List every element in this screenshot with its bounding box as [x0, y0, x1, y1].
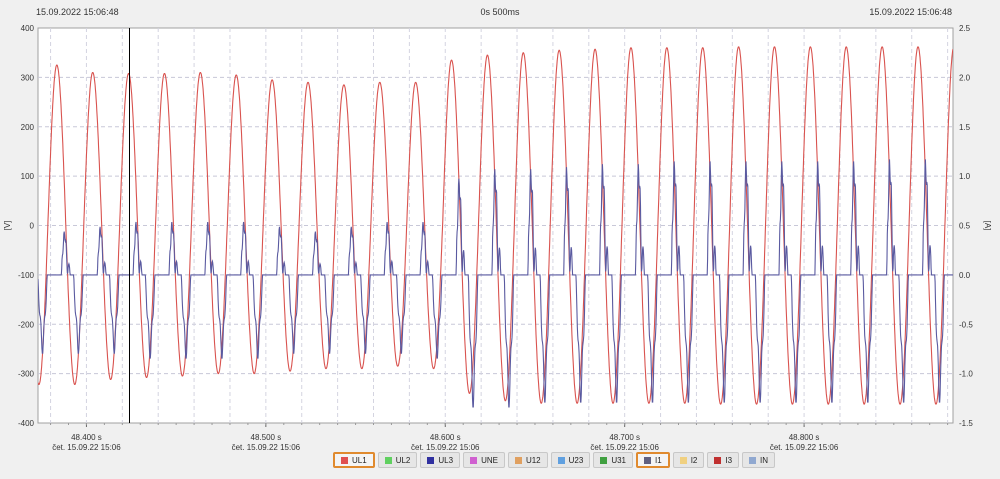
legend-label: UL2: [395, 455, 411, 465]
legend-swatch: [714, 456, 722, 464]
legend-swatch: [644, 456, 652, 464]
y-left-tick: 200: [21, 123, 35, 132]
x-tick-sublabel: čet, 15.09.22 15:06: [52, 443, 121, 450]
legend-label: UL3: [438, 455, 454, 465]
legend-item-i1[interactable]: I1: [636, 452, 670, 468]
y-left-tick: -400: [18, 419, 35, 428]
legend-swatch: [341, 456, 348, 464]
y-left-tick: 0: [30, 222, 35, 231]
y-right-axis-label: [A]: [983, 221, 992, 231]
legend-swatch: [557, 456, 565, 464]
x-tick-label: 48.500 s: [251, 433, 282, 442]
y-right-tick: -1.0: [959, 370, 973, 379]
y-right-tick: 2.0: [959, 73, 971, 82]
y-left-tick: -300: [18, 370, 35, 379]
legend-swatch: [470, 456, 478, 464]
legend-swatch: [514, 456, 522, 464]
legend-swatch: [384, 456, 392, 464]
legend-item-i2[interactable]: I2: [672, 452, 705, 468]
legend-item-u12[interactable]: U12: [507, 452, 548, 468]
x-tick-label: 48.600 s: [430, 433, 461, 442]
legend-label: U12: [525, 455, 541, 465]
legend-item-une[interactable]: UNE: [463, 452, 505, 468]
x-tick-label: 48.400 s: [71, 433, 102, 442]
x-tick-sublabel: čet, 15.09.22 15:06: [590, 443, 659, 450]
y-left-tick: -200: [18, 320, 35, 329]
legend-item-i3[interactable]: I3: [707, 452, 740, 468]
scope-view: 15.09.2022 15:06:48 0s 500ms 15.09.2022 …: [0, 0, 1000, 479]
x-tick-label: 48.800 s: [789, 433, 820, 442]
y-left-tick: 400: [21, 24, 35, 33]
y-left-axis-label: [V]: [3, 221, 12, 231]
x-tick-sublabel: čet, 15.09.22 15:06: [232, 443, 301, 450]
legend-label: IN: [760, 455, 769, 465]
y-right-tick: 0.0: [959, 271, 971, 280]
legend-label: I3: [725, 455, 733, 465]
legend-item-ul3[interactable]: UL3: [420, 452, 461, 468]
legend-label: I1: [655, 455, 662, 465]
y-right-tick: 1.0: [959, 172, 971, 181]
x-tick-label: 48.700 s: [609, 433, 640, 442]
x-tick-sublabel: čet, 15.09.22 15:06: [770, 443, 839, 450]
legend-label: U31: [611, 455, 627, 465]
y-left-tick: -100: [18, 271, 35, 280]
x-tick-sublabel: čet, 15.09.22 15:06: [411, 443, 480, 450]
legend-swatch: [427, 456, 435, 464]
y-left-tick: 300: [21, 73, 35, 82]
y-right-tick: -1.5: [959, 419, 973, 428]
legend-swatch: [749, 456, 757, 464]
legend-item-u31[interactable]: U31: [593, 452, 634, 468]
legend-label: UL1: [352, 455, 367, 465]
channel-legend: UL1 UL2 UL3 UNE U12 U23 U31 I1 I2 I3 IN: [333, 452, 776, 468]
legend-label: I2: [690, 455, 698, 465]
y-right-tick: 0.5: [959, 222, 971, 231]
legend-label: U23: [568, 455, 584, 465]
legend-label: UNE: [481, 455, 498, 465]
y-right-tick: -0.5: [959, 320, 973, 329]
waveform-chart[interactable]: 400 300 200 100 0 -100 -200 -300 -400 2.5 2.0 1.5 1.…: [0, 0, 1000, 450]
y-right-tick: 1.5: [959, 123, 971, 132]
y-right-tick: 2.5: [959, 24, 971, 33]
legend-item-in[interactable]: IN: [742, 452, 776, 468]
legend-item-u23[interactable]: U23: [550, 452, 591, 468]
legend-item-ul2[interactable]: UL2: [377, 452, 418, 468]
legend-swatch: [679, 456, 687, 464]
legend-item-ul1[interactable]: UL1: [333, 452, 375, 468]
y-left-tick: 100: [21, 172, 35, 181]
legend-swatch: [600, 456, 608, 464]
